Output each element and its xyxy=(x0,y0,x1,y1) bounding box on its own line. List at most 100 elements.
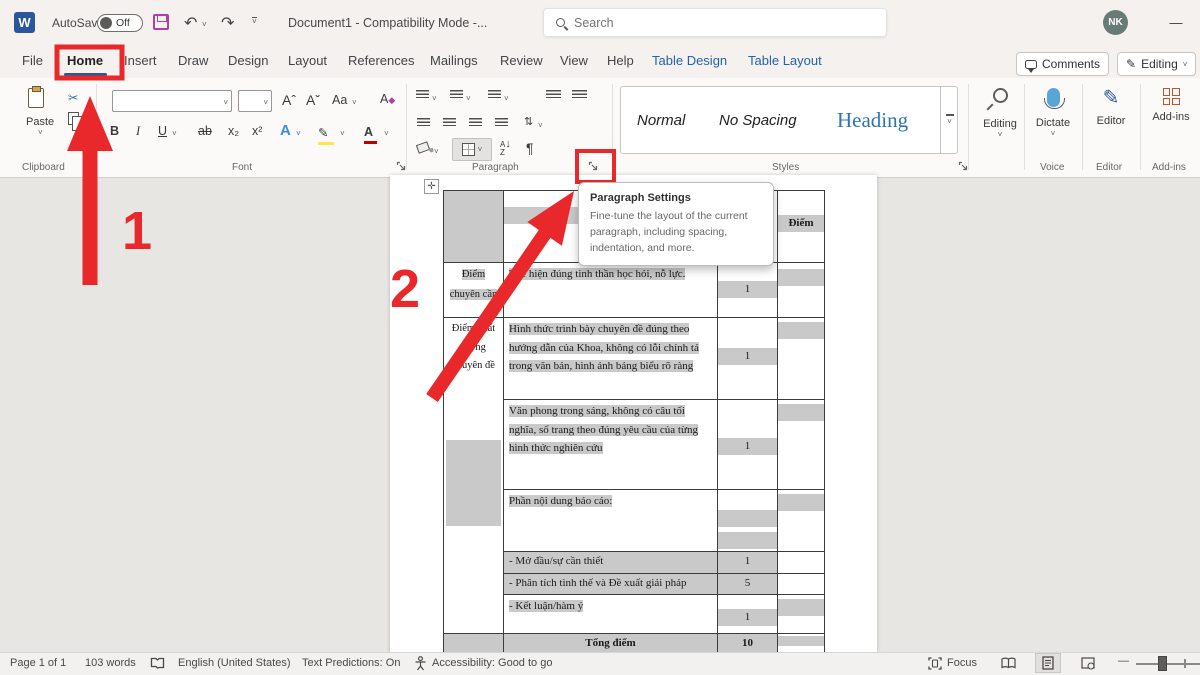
align-center-button[interactable] xyxy=(443,118,456,128)
score-cell[interactable] xyxy=(778,400,825,490)
points-cell[interactable]: 5 xyxy=(718,573,778,595)
print-layout-button[interactable] xyxy=(1035,653,1061,673)
points-cell[interactable]: 1 xyxy=(718,552,778,574)
subscript-button[interactable]: x₂ xyxy=(228,124,239,138)
cut-icon[interactable]: ✂ xyxy=(68,90,78,105)
desc-cell[interactable]: Thể hiện đúng tinh thần học hỏi, nỗ lực. xyxy=(504,263,718,318)
score-cell[interactable] xyxy=(778,573,825,595)
font-name-combobox[interactable]: ˅ xyxy=(112,90,232,112)
superscript-button[interactable]: x² xyxy=(252,124,262,138)
chevron-down-icon[interactable]: ˅ xyxy=(466,94,471,103)
zoom-out-button[interactable]: — xyxy=(1118,655,1129,667)
points-cell[interactable]: 1 xyxy=(718,595,778,634)
chevron-down-icon[interactable]: ˅ xyxy=(432,94,437,103)
shading-button[interactable] xyxy=(417,143,429,152)
search-bar[interactable] xyxy=(543,8,887,37)
desc-cell[interactable]: Văn phong trong sáng, không có câu tối n… xyxy=(504,400,718,490)
chevron-down-icon[interactable]: ˅ xyxy=(296,129,301,138)
points-cell[interactable]: 1 xyxy=(718,400,778,490)
tab-design[interactable]: Design xyxy=(228,53,268,68)
tab-review[interactable]: Review xyxy=(500,53,543,68)
addins-button[interactable]: Add-ins xyxy=(1148,88,1194,123)
page-indicator[interactable]: Page 1 of 1 xyxy=(10,657,66,669)
undo-icon[interactable]: ↶ xyxy=(184,13,197,33)
header-category-cell[interactable] xyxy=(444,191,504,263)
chevron-down-icon[interactable]: ˅ xyxy=(340,129,345,138)
tab-layout[interactable]: Layout xyxy=(288,53,327,68)
chevron-down-icon[interactable]: ˅ xyxy=(504,94,509,103)
tab-draw[interactable]: Draw xyxy=(178,53,208,68)
editing-group-button[interactable]: Editing ˅ xyxy=(978,88,1022,139)
tab-home[interactable]: Home xyxy=(67,53,103,68)
desc-cell[interactable]: Hình thức trình bày chuyên đề đúng theo … xyxy=(504,318,718,400)
tab-references[interactable]: References xyxy=(348,53,414,68)
dictate-button[interactable]: Dictate ˅ xyxy=(1030,88,1076,138)
quick-access-overflow-icon[interactable]: ˅ xyxy=(252,17,257,25)
points-cell[interactable] xyxy=(718,490,778,552)
tab-file[interactable]: File xyxy=(22,53,43,68)
table-move-handle[interactable]: ✛ xyxy=(424,179,439,194)
zoom-slider-track[interactable] xyxy=(1136,663,1200,665)
style-normal[interactable]: Normal xyxy=(637,87,685,153)
word-count[interactable]: 103 words xyxy=(85,657,136,669)
paragraph-dialog-launcher[interactable] xyxy=(588,161,599,172)
styles-dialog-launcher[interactable] xyxy=(958,161,969,172)
bullets-button[interactable] xyxy=(416,90,429,100)
font-size-combobox[interactable]: ˅ xyxy=(238,90,272,112)
font-color-button[interactable]: A xyxy=(364,123,373,141)
web-layout-button[interactable] xyxy=(1075,653,1101,673)
score-cell[interactable] xyxy=(778,318,825,400)
sort-button[interactable]: A↓ Z xyxy=(500,140,511,157)
font-dialog-launcher[interactable] xyxy=(396,161,407,172)
tab-insert[interactable]: Insert xyxy=(124,53,157,68)
styles-gallery-more-button[interactable]: ˅ xyxy=(940,87,958,153)
editing-mode-button[interactable]: ✎ Editing ˅ xyxy=(1117,52,1196,76)
numbering-button[interactable] xyxy=(450,90,463,100)
italic-button[interactable]: I xyxy=(136,124,140,139)
multilevel-list-button[interactable] xyxy=(488,90,501,100)
line-spacing-button[interactable]: ⇅ xyxy=(524,115,533,128)
tab-table-design[interactable]: Table Design xyxy=(652,53,727,68)
focus-button[interactable]: Focus xyxy=(947,657,977,669)
pilcrow-button[interactable]: ¶ xyxy=(526,140,534,156)
undo-chevron-icon[interactable]: ˅ xyxy=(202,20,207,29)
tab-help[interactable]: Help xyxy=(607,53,634,68)
tab-view[interactable]: View xyxy=(560,53,588,68)
category-cell[interactable]: Điểm chất lượng chuyên đề xyxy=(444,318,504,634)
autosave-toggle[interactable]: Off xyxy=(97,14,143,32)
score-cell[interactable] xyxy=(778,595,825,634)
editor-button[interactable]: ✎ Editor xyxy=(1090,88,1132,127)
redo-icon[interactable]: ↷ xyxy=(221,13,234,33)
score-cell[interactable] xyxy=(778,552,825,574)
align-left-button[interactable] xyxy=(417,118,430,128)
strikethrough-button[interactable]: ab xyxy=(198,124,212,138)
tab-table-layout[interactable]: Table Layout xyxy=(748,53,822,68)
chevron-down-icon[interactable]: ˅ xyxy=(538,121,543,130)
text-predictions-indicator[interactable]: Text Predictions: On xyxy=(302,657,400,669)
clear-formatting-button[interactable]: A◆ xyxy=(380,92,395,106)
category-cell[interactable]: Điểm chuyên cần xyxy=(444,263,504,318)
chevron-down-icon[interactable]: ˅ xyxy=(384,129,389,138)
tab-mailings[interactable]: Mailings xyxy=(430,53,478,68)
text-effects-button[interactable]: A xyxy=(280,122,291,139)
save-icon[interactable] xyxy=(153,14,169,30)
points-cell[interactable]: 1 xyxy=(718,318,778,400)
desc-cell[interactable]: Phần nội dung báo cáo: xyxy=(504,490,718,552)
paste-button[interactable]: Paste ˅ xyxy=(28,88,54,137)
bold-button[interactable]: B xyxy=(110,124,119,138)
justify-button[interactable] xyxy=(495,118,508,128)
desc-cell[interactable]: - Kết luận/hàm ý xyxy=(504,595,718,634)
change-case-button[interactable]: Aa xyxy=(332,93,347,107)
underline-button[interactable]: U xyxy=(158,124,167,138)
desc-cell[interactable]: - Phân tích tình thế và Đề xuất giải phá… xyxy=(504,573,718,595)
zoom-slider-thumb[interactable] xyxy=(1158,656,1167,671)
style-heading[interactable]: Heading xyxy=(837,87,908,153)
copy-icon[interactable] xyxy=(68,112,79,125)
increase-indent-button[interactable] xyxy=(572,90,587,100)
align-right-button[interactable] xyxy=(469,118,482,128)
account-avatar[interactable]: NK xyxy=(1103,10,1128,35)
accessibility-status[interactable]: Accessibility: Good to go xyxy=(432,657,552,669)
read-mode-button[interactable] xyxy=(995,653,1021,673)
language-indicator[interactable]: English (United States) xyxy=(178,657,291,669)
header-score-cell[interactable]: Điểm xyxy=(778,191,825,263)
